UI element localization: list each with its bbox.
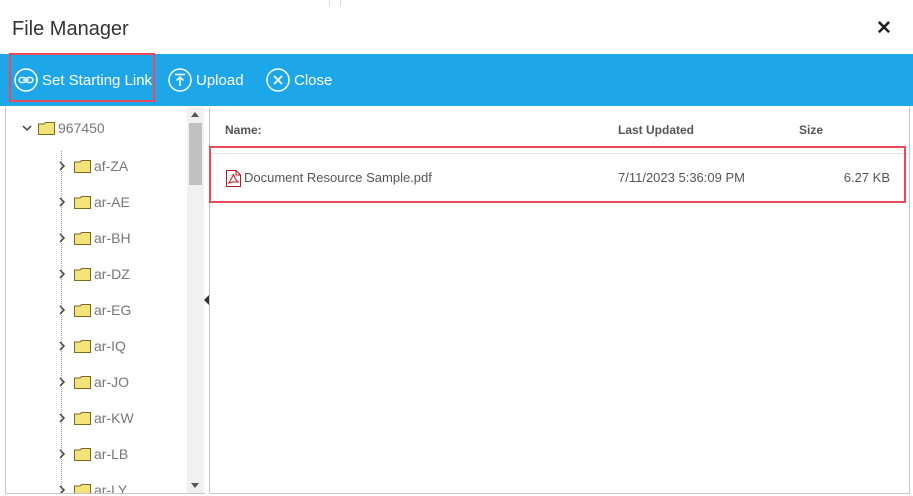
upload-label: Upload — [196, 71, 244, 89]
folder-icon — [74, 447, 91, 461]
chevron-right-icon[interactable] — [56, 267, 70, 281]
divider — [329, 0, 330, 6]
chevron-right-icon[interactable] — [56, 447, 70, 461]
scroll-down-icon[interactable] — [191, 483, 199, 488]
chevron-right-icon[interactable] — [56, 411, 70, 425]
file-last-updated: 7/11/2023 5:36:09 PM — [618, 170, 745, 185]
chevron-right-icon[interactable] — [56, 303, 70, 317]
link-icon — [14, 68, 38, 92]
file-size: 6.27 KB — [843, 170, 890, 185]
tree-item-ar-iq[interactable]: ar-IQ — [56, 336, 126, 356]
file-row[interactable]: Document Resource Sample.pdf 7/11/2023 5… — [210, 149, 909, 203]
tree-item-label: ar-AE — [94, 194, 130, 210]
tree-item-ar-eg[interactable]: ar-EG — [56, 300, 131, 320]
file-list: Name: Last Updated Size Document Resourc… — [210, 107, 910, 494]
tree-item-ar-lb[interactable]: ar-LB — [56, 444, 128, 464]
folder-icon — [74, 339, 91, 353]
tree-item-label: 967450 — [58, 120, 105, 136]
folder-tree: 967450 af-ZA ar-AE ar-BH ar-DZ ar-EG ar-… — [5, 107, 205, 494]
column-header-name[interactable]: Name: — [225, 123, 262, 137]
chevron-down-icon[interactable] — [20, 121, 34, 135]
chevron-right-icon[interactable] — [56, 159, 70, 173]
folder-icon — [74, 375, 91, 389]
tree-item-label: ar-LY — [94, 482, 128, 494]
tree-item-ar-ly[interactable]: ar-LY — [56, 480, 128, 494]
set-starting-link-label: Set Starting Link — [42, 71, 153, 89]
chevron-right-icon[interactable] — [56, 195, 70, 209]
column-header-size[interactable]: Size — [799, 123, 823, 137]
folder-icon — [74, 303, 91, 317]
chevron-right-icon[interactable] — [56, 375, 70, 389]
tree-root-item[interactable]: 967450 — [20, 118, 105, 138]
tree-item-label: ar-EG — [94, 302, 132, 318]
chevron-right-icon[interactable] — [56, 231, 70, 245]
file-name[interactable]: Document Resource Sample.pdf — [244, 170, 432, 185]
tree-item-ar-dz[interactable]: ar-DZ — [56, 264, 130, 284]
tree-item-label: ar-BH — [94, 230, 131, 246]
upload-button[interactable]: Upload — [168, 54, 244, 106]
chevron-right-icon[interactable] — [56, 339, 70, 353]
tree-item-label: ar-JO — [94, 374, 129, 390]
title-bar: File Manager ✕ — [0, 0, 913, 54]
folder-icon — [74, 411, 91, 425]
close-circle-icon — [266, 68, 290, 92]
scrollbar-thumb[interactable] — [189, 123, 202, 185]
folder-icon — [74, 483, 91, 493]
upload-icon — [168, 68, 192, 92]
folder-icon — [74, 267, 91, 281]
dialog-title: File Manager — [12, 18, 129, 40]
close-button[interactable]: Close — [266, 54, 332, 106]
folder-icon — [38, 121, 55, 135]
collapse-arrow-icon[interactable] — [204, 295, 209, 305]
toolbar: Set Starting Link Upload Close — [0, 54, 913, 106]
close-label: Close — [294, 71, 333, 89]
divider — [340, 0, 341, 6]
column-header-last-updated[interactable]: Last Updated — [618, 123, 694, 137]
tree-item-ar-bh[interactable]: ar-BH — [56, 228, 131, 248]
tree-item-ar-jo[interactable]: ar-JO — [56, 372, 129, 392]
tree-item-ar-kw[interactable]: ar-KW — [56, 408, 134, 428]
pdf-file-icon — [226, 170, 241, 187]
tree-item-label: af-ZA — [94, 158, 129, 174]
folder-icon — [74, 195, 91, 209]
folder-icon — [74, 231, 91, 245]
set-starting-link-button[interactable]: Set Starting Link — [14, 54, 152, 106]
scroll-up-icon[interactable] — [191, 112, 199, 117]
chevron-right-icon[interactable] — [56, 483, 70, 494]
close-icon[interactable]: ✕ — [876, 17, 892, 40]
tree-item-label: ar-DZ — [94, 266, 130, 282]
tree-item-label: ar-KW — [94, 410, 134, 426]
tree-item-ar-ae[interactable]: ar-AE — [56, 192, 130, 212]
tree-item-label: ar-IQ — [94, 338, 126, 354]
tree-item-label: ar-LB — [94, 446, 129, 462]
folder-icon — [74, 159, 91, 173]
tree-scrollbar[interactable] — [187, 107, 204, 493]
tree-item-af-za[interactable]: af-ZA — [56, 156, 128, 176]
